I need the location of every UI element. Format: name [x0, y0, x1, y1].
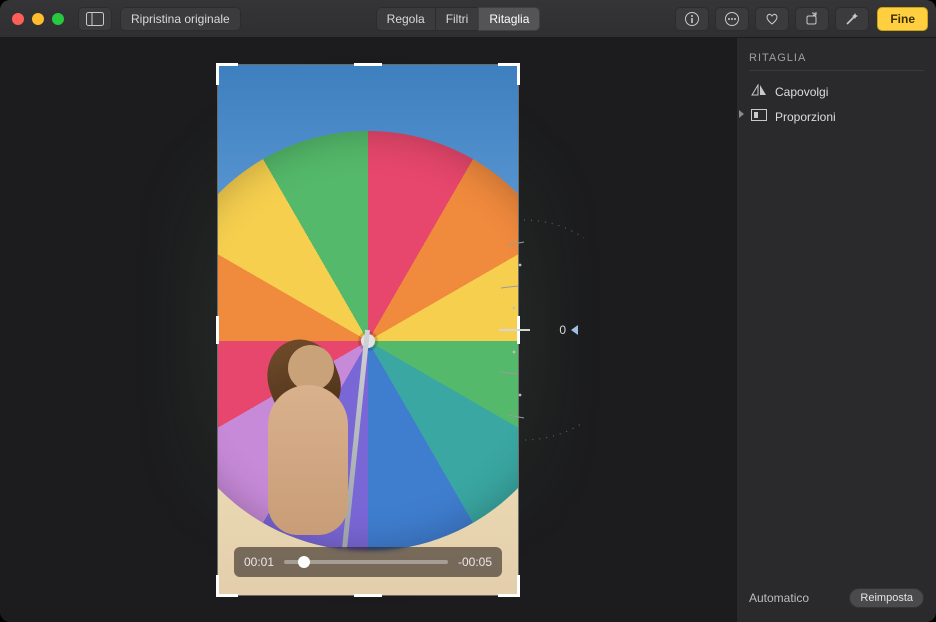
- photos-edit-window: Ripristina originale Regola Filtri Ritag…: [0, 0, 936, 622]
- flip-icon: [751, 84, 767, 99]
- person-graphic: [248, 345, 368, 565]
- crop-handle-bottom-left[interactable]: [216, 575, 238, 597]
- close-window-button[interactable]: [12, 13, 24, 25]
- zoom-window-button[interactable]: [52, 13, 64, 25]
- auto-enhance-button[interactable]: [835, 7, 869, 31]
- dial-value: 0: [559, 323, 578, 337]
- flip-label: Capovolgi: [775, 85, 828, 99]
- sidebar-footer: Automatico Reimposta: [749, 580, 924, 612]
- info-button[interactable]: [675, 7, 709, 31]
- done-button[interactable]: Fine: [877, 7, 928, 31]
- auto-crop-button[interactable]: Automatico: [749, 591, 809, 605]
- flip-button[interactable]: Capovolgi: [749, 79, 924, 104]
- favorite-button[interactable]: [755, 7, 789, 31]
- window-controls: [12, 13, 64, 25]
- crop-canvas[interactable]: 00:01 -00:05: [218, 65, 518, 595]
- dial-pointer-icon: [571, 325, 578, 335]
- crop-handle-top-left[interactable]: [216, 63, 238, 85]
- rotate-button[interactable]: [795, 7, 829, 31]
- reset-crop-button[interactable]: Reimposta: [849, 588, 924, 608]
- video-trim-bar[interactable]: 00:01 -00:05: [234, 547, 502, 577]
- aspect-label: Proporzioni: [775, 110, 836, 124]
- aspect-icon: [751, 109, 767, 124]
- trim-elapsed-label: 00:01: [244, 555, 274, 569]
- aspect-ratio-button[interactable]: Proporzioni: [749, 104, 924, 129]
- straighten-dial[interactable]: 0: [464, 210, 584, 450]
- crop-handle-bottom-right[interactable]: [498, 575, 520, 597]
- crop-handle-left[interactable]: [216, 316, 219, 344]
- crop-sidebar: RITAGLIA Capovolgi Proporzioni Automatic…: [736, 38, 936, 622]
- trim-track[interactable]: [284, 560, 448, 564]
- crop-handle-bottom[interactable]: [354, 594, 382, 597]
- more-button[interactable]: [715, 7, 749, 31]
- sidebar-title: RITAGLIA: [749, 48, 924, 71]
- minimize-window-button[interactable]: [32, 13, 44, 25]
- sidebar-toggle-button[interactable]: [78, 7, 112, 31]
- editing-canvas: 00:01 -00:05: [0, 38, 736, 622]
- chevron-right-icon: [739, 110, 744, 118]
- crop-handle-top[interactable]: [354, 63, 382, 66]
- dial-value-text: 0: [559, 323, 566, 337]
- trim-playhead[interactable]: [298, 556, 310, 568]
- crop-handle-top-right[interactable]: [498, 63, 520, 85]
- toolbar-actions: [675, 7, 869, 31]
- trim-remaining-label: -00:05: [458, 555, 492, 569]
